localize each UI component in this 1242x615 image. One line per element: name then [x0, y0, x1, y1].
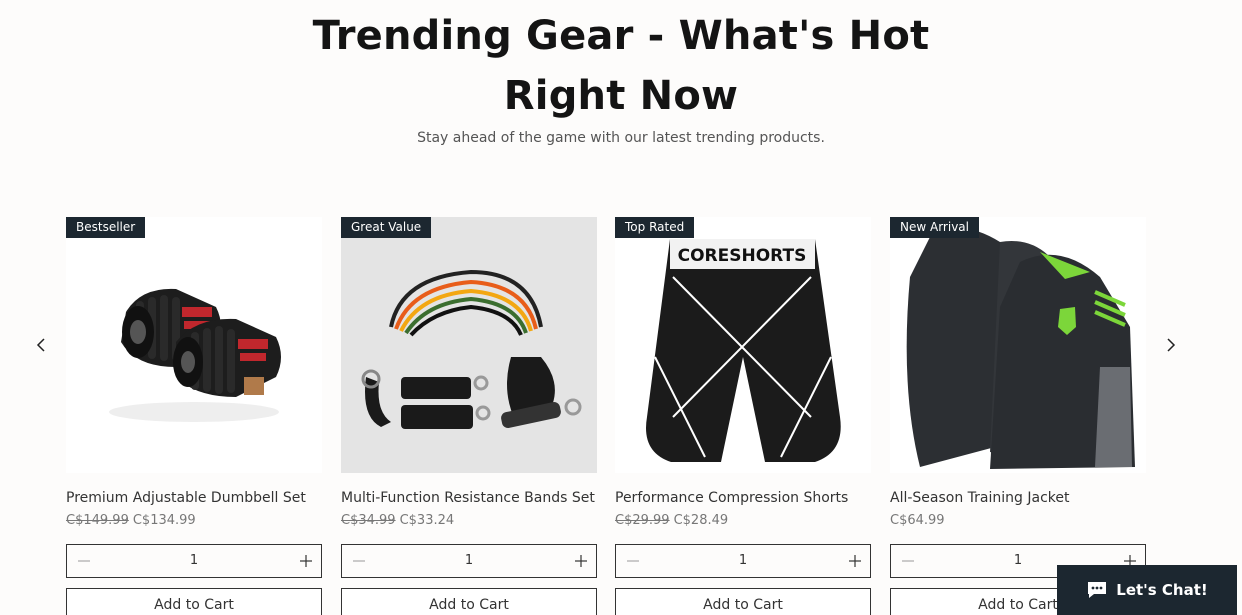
add-to-cart-button[interactable]: Add to Cart: [615, 588, 871, 615]
product-old-price: C$34.99: [341, 513, 396, 528]
product-name[interactable]: Premium Adjustable Dumbbell Set: [66, 488, 322, 508]
section-title: Trending Gear - What's Hot Right Now: [0, 6, 1242, 126]
product-old-price: C$29.99: [615, 513, 670, 528]
chevron-right-icon: [1167, 338, 1176, 352]
product-badge: Great Value: [341, 217, 432, 238]
minus-icon[interactable]: [352, 554, 366, 568]
product-card: Top Rated CORESHORTS Performance Compres…: [615, 217, 871, 615]
product-badge: Bestseller: [66, 217, 146, 238]
chevron-left-icon: [36, 338, 45, 352]
product-prices: C$64.99: [890, 511, 1146, 531]
product-image-link[interactable]: Top Rated CORESHORTS: [615, 217, 871, 473]
quantity-stepper: 1: [341, 544, 597, 578]
product-old-price: C$149.99: [66, 513, 129, 528]
section-subtitle: Stay ahead of the game with our latest t…: [417, 130, 825, 146]
product-name[interactable]: Performance Compression Shorts: [615, 488, 871, 508]
product-image-link[interactable]: New Arrival: [890, 217, 1146, 473]
carousel-prev-button[interactable]: [30, 334, 52, 356]
chat-button[interactable]: Let's Chat!: [1057, 565, 1237, 615]
quantity-stepper: 1: [615, 544, 871, 578]
minus-icon[interactable]: [77, 554, 91, 568]
add-to-cart-button[interactable]: Add to Cart: [66, 588, 322, 615]
product-image-link[interactable]: Bestseller: [66, 217, 322, 473]
section-title-line-2: Right Now: [503, 73, 739, 119]
product-card: New Arrival All-Season Training Jacket C…: [890, 217, 1146, 615]
product-card: Great Value Multi-Function Resistance Ba…: [341, 217, 597, 615]
product-price: C$64.99: [890, 513, 945, 528]
product-image-link[interactable]: Great Value: [341, 217, 597, 473]
quantity-input[interactable]: 1: [382, 553, 556, 568]
dumbbell-image: [109, 288, 281, 422]
minus-icon[interactable]: [901, 554, 915, 568]
product-prices: C$29.99 C$28.49: [615, 511, 871, 531]
section-title-line-1: Trending Gear - What's Hot: [312, 13, 930, 59]
product-prices: C$34.99 C$33.24: [341, 511, 597, 531]
compression-shorts-image: CORESHORTS: [646, 239, 841, 462]
product-price: C$28.49: [673, 513, 729, 528]
product-price: C$33.24: [399, 513, 455, 528]
product-prices: C$149.99 C$134.99: [66, 511, 322, 531]
quantity-input[interactable]: 1: [107, 553, 281, 568]
carousel-next-button[interactable]: [1160, 334, 1182, 356]
minus-icon[interactable]: [626, 554, 640, 568]
add-to-cart-button[interactable]: Add to Cart: [341, 588, 597, 615]
product-card: Bestseller Premium Adjustable Dumbbell S…: [66, 217, 322, 615]
chat-bubble-icon: [1088, 582, 1107, 598]
quantity-stepper: 1: [66, 544, 322, 578]
product-name[interactable]: All-Season Training Jacket: [890, 488, 1146, 508]
product-name[interactable]: Multi-Function Resistance Bands Set: [341, 488, 597, 508]
shorts-brand-text: CORESHORTS: [678, 246, 807, 266]
product-price: C$134.99: [132, 513, 196, 528]
plus-icon[interactable]: [574, 554, 588, 568]
plus-icon[interactable]: [848, 554, 862, 568]
product-badge: New Arrival: [890, 217, 979, 238]
resistance-bands-image: [361, 269, 582, 429]
product-badge: Top Rated: [615, 217, 695, 238]
plus-icon[interactable]: [299, 554, 313, 568]
chat-label: Let's Chat!: [1116, 581, 1208, 599]
quantity-input[interactable]: 1: [656, 553, 830, 568]
training-jacket-image: [906, 228, 1135, 469]
